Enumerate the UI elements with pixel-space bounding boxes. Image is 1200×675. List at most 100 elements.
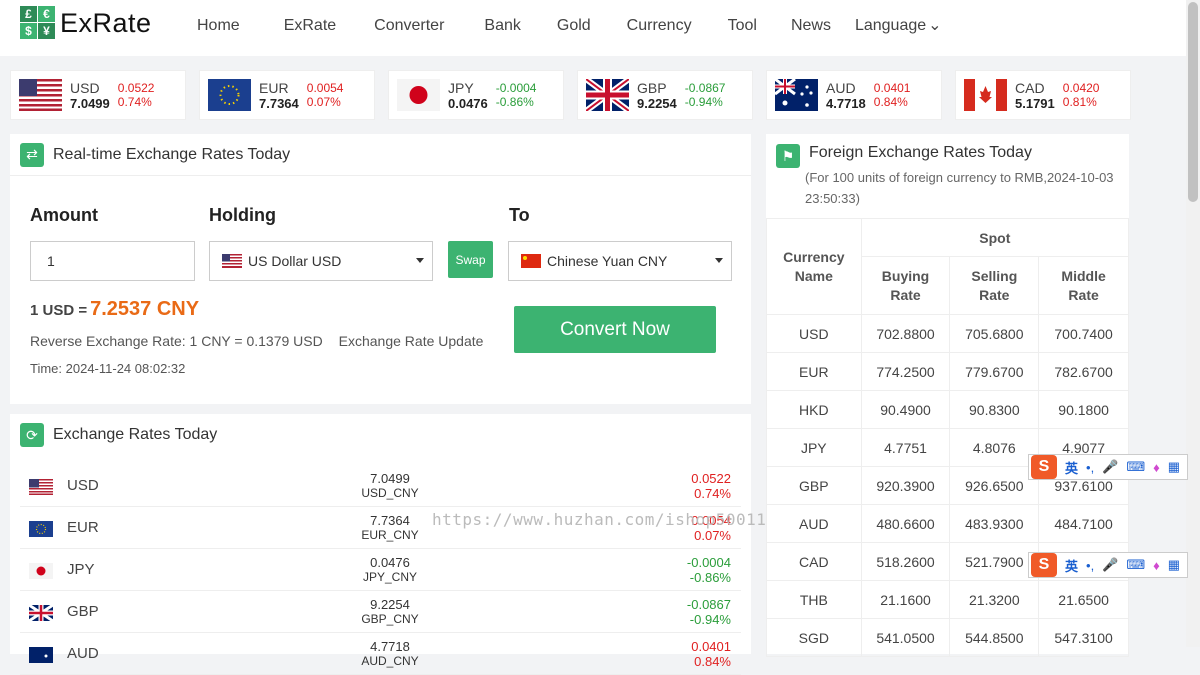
table-row: HKD 90.4900 90.8300 90.1800: [766, 390, 1129, 429]
cell-sell: 483.9300: [949, 504, 1040, 543]
scrollbar-thumb[interactable]: [1188, 2, 1198, 202]
keyboard-icon[interactable]: ⌨: [1126, 459, 1145, 475]
ticker-pct: -0.86%: [495, 95, 534, 109]
ticker-card-eur[interactable]: EUR 7.7364 0.0054 0.07%: [199, 70, 375, 120]
grid-icon[interactable]: ▦: [1168, 459, 1180, 475]
update-time: Time: 2024-11-24 08:02:32: [30, 361, 186, 376]
logo-text: ExRate: [60, 7, 152, 38]
nav-home[interactable]: Home: [197, 17, 240, 35]
ca-flag-icon: [964, 79, 1007, 111]
skin-icon[interactable]: ♦: [1153, 558, 1160, 573]
table-row[interactable]: USD 7.0499 USD_CNY 0.0522 0.74%: [20, 465, 741, 507]
cell-buy: 774.2500: [860, 352, 951, 391]
rate-ticker: USD 7.0499 0.0522 0.74% EUR 7.7364 0.0054 0.…: [10, 70, 1144, 120]
nav-converter[interactable]: Converter: [374, 17, 444, 35]
cell-code: USD: [766, 314, 862, 353]
cell-sell: 544.8500: [949, 618, 1040, 657]
cell-buy: 4.7751: [860, 428, 951, 467]
rate-update-link[interactable]: Exchange Rate Update: [339, 333, 484, 349]
converter-title: Real-time Exchange Rates Today: [53, 145, 291, 163]
ticker-pct: 0.74%: [117, 95, 152, 109]
main-nav: Home ExRate Converter Bank Gold Currency…: [197, 17, 942, 35]
ticker-card-cad[interactable]: CAD 5.1791 0.0420 0.81%: [955, 70, 1131, 120]
cell-code: THB: [766, 580, 862, 619]
foreign-rates-table: Currency Name Spot Buying Rate Selling R…: [766, 218, 1130, 657]
cn-flag-icon: [521, 254, 541, 268]
microphone-icon[interactable]: 🎤: [1102, 557, 1118, 573]
ime-lang[interactable]: 英: [1065, 556, 1078, 575]
shuffle-icon: ⇄: [20, 142, 44, 167]
ticker-card-aud[interactable]: AUD 4.7718 0.0401 0.84%: [766, 70, 942, 120]
keyboard-icon[interactable]: ⌨: [1126, 557, 1145, 573]
cell-sell: 90.8300: [949, 390, 1040, 429]
to-value: Chinese Yuan CNY: [547, 253, 668, 269]
ticker-pct: 0.07%: [306, 95, 341, 109]
table-row[interactable]: JPY 0.0476 JPY_CNY -0.0004 -0.86%: [20, 549, 741, 591]
table-row[interactable]: GBP 9.2254 GBP_CNY -0.0867 -0.94%: [20, 591, 741, 633]
ticker-pct: 0.84%: [873, 95, 908, 109]
rate-pair: JPY_CNY: [362, 570, 418, 584]
exchange-rates-title: Exchange Rates Today: [53, 426, 218, 443]
cell-code: HKD: [766, 390, 862, 429]
ime-toolbar[interactable]: S 英 •, 🎤 ⌨ ♦ ▦: [1028, 454, 1188, 480]
skin-icon[interactable]: ♦: [1153, 460, 1160, 475]
ticker-change: -0.0867: [684, 81, 726, 95]
ticker-code: EUR: [259, 79, 289, 96]
ticker-card-gbp[interactable]: GBP 9.2254 -0.0867 -0.94%: [577, 70, 753, 120]
nav-gold[interactable]: Gold: [557, 17, 591, 35]
exchange-rates-header: ⟳ Exchange Rates Today: [10, 414, 751, 456]
ticker-change: 0.0401: [873, 81, 911, 95]
reverse-rate-text: Reverse Exchange Rate: 1 CNY = 0.1379 US…: [30, 333, 323, 349]
amount-input[interactable]: 1: [30, 241, 195, 281]
cell-sell: 705.6800: [949, 314, 1040, 353]
foreign-rates-subtitle: (For 100 units of foreign currency to RM…: [805, 170, 1114, 206]
ticker-rate: 7.0499: [70, 95, 110, 111]
cell-code: SGD: [766, 618, 862, 657]
ime-toolbar[interactable]: S 英 •, 🎤 ⌨ ♦ ▦: [1028, 552, 1188, 578]
caret-down-icon: [416, 258, 424, 263]
cell-mid: 782.6700: [1038, 352, 1129, 391]
cell-mid: 700.7400: [1038, 314, 1129, 353]
conversion-result: 1 USD = 7.2537 CNY: [30, 298, 199, 321]
uk-flag-icon: [29, 605, 53, 621]
nav-bank[interactable]: Bank: [484, 17, 520, 35]
table-row[interactable]: AUD 4.7718 AUD_CNY 0.0401 0.84%: [20, 633, 741, 675]
holding-label: Holding: [209, 205, 276, 225]
logo[interactable]: £ € $ ¥ ExRate: [20, 6, 152, 40]
amount-label: Amount: [30, 205, 98, 225]
rate-pair: GBP_CNY: [361, 612, 419, 626]
convert-now-button[interactable]: Convert Now: [514, 306, 716, 353]
grid-icon[interactable]: ▦: [1168, 557, 1180, 573]
nav-currency[interactable]: Currency: [627, 17, 692, 35]
foreign-rates-title: Foreign Exchange Rates Today: [809, 144, 1032, 161]
ticker-code: AUD: [826, 79, 856, 96]
ticker-card-jpy[interactable]: JPY 0.0476 -0.0004 -0.86%: [388, 70, 564, 120]
ime-punct[interactable]: •,: [1086, 558, 1094, 573]
table-row: EUR 774.2500 779.6700 782.6700: [766, 352, 1129, 391]
converter-header: ⇄ Real-time Exchange Rates Today: [10, 134, 751, 176]
cell-mid: 21.6500: [1038, 580, 1129, 619]
nav-news[interactable]: News: [791, 17, 831, 35]
microphone-icon[interactable]: 🎤: [1102, 459, 1118, 475]
rate-pair: USD_CNY: [361, 486, 419, 500]
language-dropdown[interactable]: Language ⌄: [855, 17, 942, 35]
caret-down-icon: [715, 258, 723, 263]
ticker-change: 0.0522: [117, 81, 155, 95]
nav-tool[interactable]: Tool: [728, 17, 757, 35]
cell-sell: 779.6700: [949, 352, 1040, 391]
cell-buy: 21.1600: [860, 580, 951, 619]
cell-buy: 518.2600: [860, 542, 951, 581]
nav-exrate[interactable]: ExRate: [284, 17, 336, 35]
swap-button[interactable]: Swap: [448, 241, 493, 278]
ime-punct[interactable]: •,: [1086, 460, 1094, 475]
page-scrollbar[interactable]: [1186, 0, 1200, 647]
table-row: THB 21.1600 21.3200 21.6500: [766, 580, 1129, 619]
holding-select[interactable]: US Dollar USD: [209, 241, 433, 281]
ime-lang[interactable]: 英: [1065, 458, 1078, 477]
ticker-rate: 5.1791: [1015, 95, 1055, 111]
col-spot: Spot: [860, 218, 1130, 257]
ticker-card-usd[interactable]: USD 7.0499 0.0522 0.74%: [10, 70, 186, 120]
eu-flag-icon: [29, 521, 53, 537]
to-select[interactable]: Chinese Yuan CNY: [508, 241, 732, 281]
currency-code: JPY: [67, 561, 95, 578]
